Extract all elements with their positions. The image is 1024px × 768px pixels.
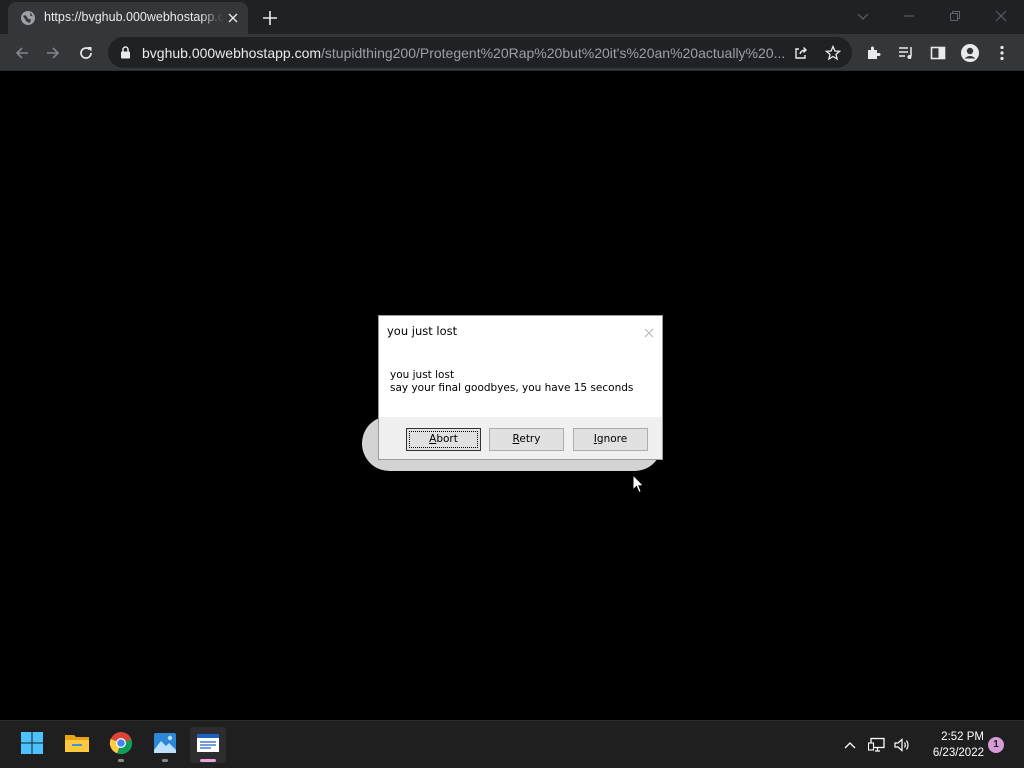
lock-icon[interactable] [120,46,131,64]
clock-date: 6/23/2022 [932,747,984,759]
retry-button-label: etry [519,433,541,445]
side-panel-icon[interactable] [925,40,951,66]
profile-avatar-icon[interactable] [957,40,983,66]
url-text: bvghub.000webhostapp.com/stupidthing200/… [142,45,788,61]
url-path: /stupidthing200/Protegent%20Rap%20but%20… [321,45,786,61]
media-control-icon[interactable] [893,40,919,66]
clock-time: 2:52 PM [941,731,984,743]
running-indicator [118,759,124,762]
volume-icon[interactable] [892,735,912,755]
browser-tab[interactable]: https://bvghub.000webhostapp.com/stupidt… [8,2,248,34]
notepad-taskbar-button[interactable] [190,727,226,763]
notepad-icon [196,732,220,759]
mouse-cursor-icon [632,473,645,499]
dialog-close-icon[interactable] [643,324,655,338]
tab-close-icon[interactable] [224,9,242,27]
forward-icon[interactable] [40,40,66,66]
retry-button[interactable]: Retry [489,428,564,451]
abort-button-label: bort [436,433,458,445]
extensions-icon[interactable] [861,40,887,66]
system-clock[interactable]: 2:52 PM 6/23/2022 [918,729,984,761]
windows-start-icon [20,731,44,760]
tab-search-icon[interactable] [840,0,886,32]
reload-icon[interactable] [73,40,99,66]
chevron-up-icon[interactable] [840,735,860,755]
globe-icon [20,10,36,26]
dialog-message-line-1: you just lost [390,369,455,381]
minimize-icon[interactable] [886,0,932,32]
tab-strip: https://bvghub.000webhostapp.com/stupidt… [0,0,1024,34]
share-icon[interactable] [791,43,811,63]
file-explorer-button[interactable] [59,727,95,763]
photos-icon [153,732,177,759]
network-icon[interactable] [867,735,887,755]
bookmark-star-icon[interactable] [823,43,843,63]
tab-title: https://bvghub.000webhostapp.com/stupidt… [44,10,224,24]
url-host: bvghub.000webhostapp.com [142,45,322,61]
taskbar: 2:52 PM 6/23/2022 1 [0,720,1024,768]
ignore-button[interactable]: Ignore [573,428,648,451]
active-app-indicator [200,759,216,762]
menu-kebab-icon[interactable] [989,40,1015,66]
ignore-button-label: gnore [596,433,628,445]
photos-taskbar-button[interactable] [147,727,183,763]
alert-dialog: you just lost you just lost say your fin… [378,315,663,460]
new-tab-button[interactable] [258,6,282,30]
chrome-taskbar-button[interactable] [103,727,139,763]
file-explorer-icon [64,732,90,759]
address-bar[interactable]: bvghub.000webhostapp.com/stupidthing200/… [108,37,852,68]
dialog-button-bar: Abort Retry Ignore [379,417,662,459]
page-viewport: you just lost you just lost say your fin… [0,71,1024,720]
dialog-title: you just lost [387,324,458,338]
dialog-message-line-2: say your final goodbyes, you have 15 sec… [390,382,634,394]
notification-badge[interactable]: 1 [988,737,1004,753]
chrome-icon [109,731,133,760]
start-button[interactable] [14,727,50,763]
close-window-icon[interactable] [978,0,1024,32]
browser-toolbar: bvghub.000webhostapp.com/stupidthing200/… [0,34,1024,71]
abort-button[interactable]: Abort [406,428,481,451]
restore-icon[interactable] [932,0,978,32]
back-icon[interactable] [9,40,35,66]
dialog-message: you just lost say your final goodbyes, y… [390,369,633,395]
running-indicator [162,759,168,762]
